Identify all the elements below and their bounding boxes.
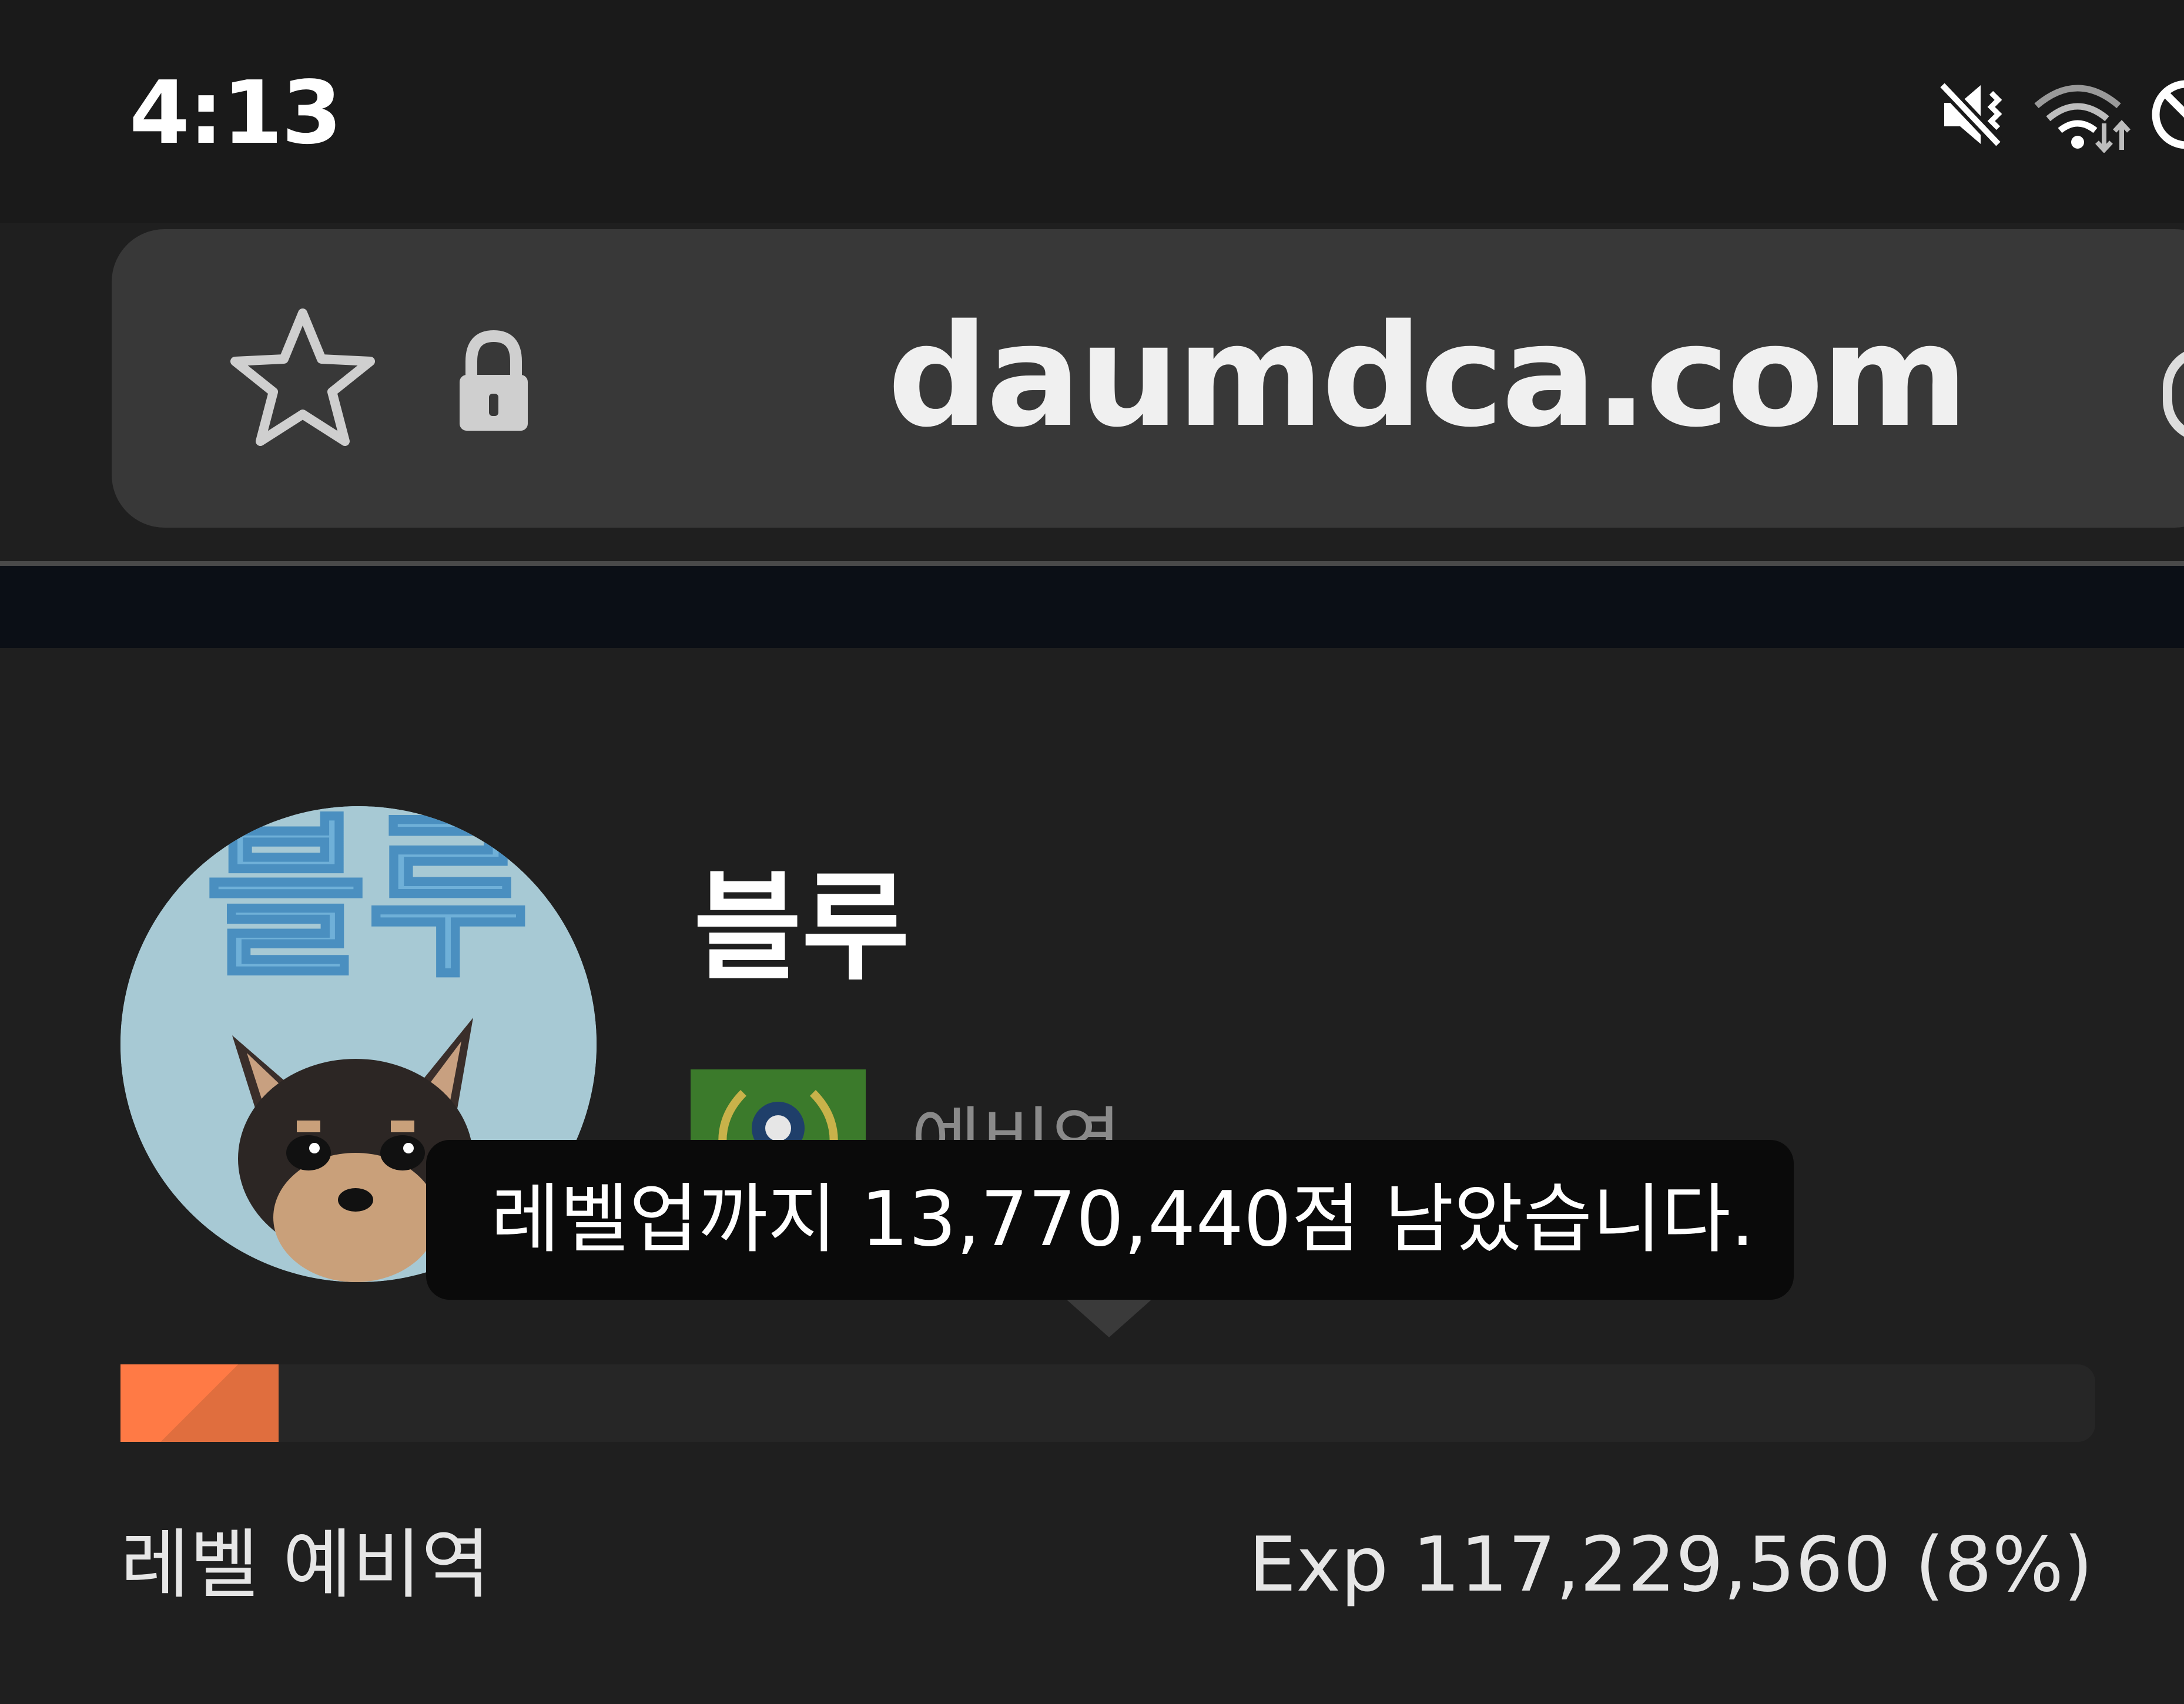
level-up-tooltip: 레벨업까지 13,770,440점 남았습니다.	[426, 1140, 1794, 1300]
exp-progress-track	[120, 1364, 2095, 1442]
level-label: 레벨 예비역	[120, 1521, 491, 1609]
status-clock: 4:13	[129, 62, 342, 163]
lock-icon[interactable]	[453, 329, 535, 435]
exp-label: Exp 117,229,560 (8%)	[1248, 1521, 2093, 1609]
wifi-icon	[2034, 85, 2131, 153]
tooltip-text: 레벨업까지 13,770,440점 남았습니다.	[491, 1176, 1755, 1263]
status-bar: 4:13	[0, 0, 2184, 223]
nickname: 블루	[694, 860, 910, 997]
tooltip-arrow	[1067, 1300, 1151, 1337]
page-header-band	[0, 566, 2184, 648]
url-text[interactable]: daumdca.com	[887, 306, 1968, 447]
mute-vibrate-icon	[1938, 80, 2003, 149]
exp-progress-fill	[120, 1364, 279, 1442]
star-icon[interactable]	[223, 303, 382, 455]
data-saver-icon	[2152, 80, 2184, 149]
toolbar-divider	[0, 561, 2184, 566]
